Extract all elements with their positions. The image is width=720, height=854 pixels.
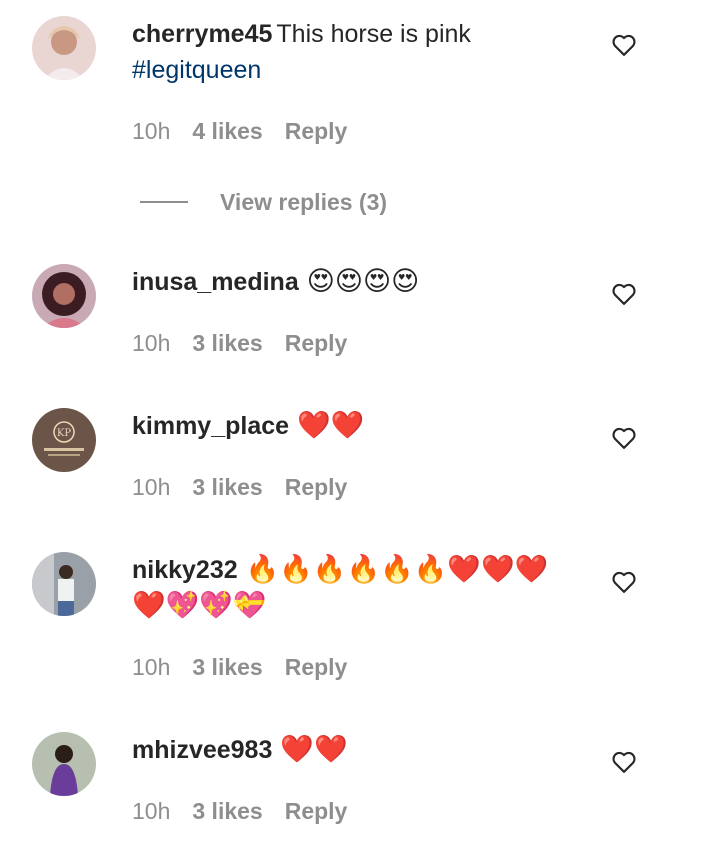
username[interactable]: mhizvee983 <box>132 736 272 764</box>
like-button[interactable] <box>610 280 638 308</box>
reply-button[interactable]: Reply <box>285 474 348 500</box>
reply-button[interactable]: Reply <box>285 798 348 824</box>
hashtag-link[interactable]: #legitqueen <box>132 56 261 84</box>
comment-meta: 10h 4 likes Reply <box>132 118 347 145</box>
likes-count[interactable]: 3 likes <box>192 330 262 356</box>
like-button[interactable] <box>610 31 638 59</box>
username[interactable]: cherryme45 <box>132 20 272 48</box>
divider-line <box>140 201 188 203</box>
timestamp: 10h <box>132 474 171 500</box>
comment-body: This horse is pink <box>276 20 471 48</box>
reply-button[interactable]: Reply <box>285 654 348 680</box>
comment-meta: 10h 3 likes Reply <box>132 654 347 681</box>
comment-text: mhizvee983 ❤️❤️ <box>132 732 348 768</box>
comment-text: inusa_medina 😍😍😍😍 <box>132 264 419 300</box>
reply-button[interactable]: Reply <box>285 118 348 144</box>
timestamp: 10h <box>132 118 171 144</box>
likes-count[interactable]: 3 likes <box>192 474 262 500</box>
heart-outline-icon <box>612 751 636 773</box>
view-replies-button[interactable]: View replies (3) <box>220 189 387 216</box>
comment-meta: 10h 3 likes Reply <box>132 474 347 501</box>
heart-outline-icon <box>612 571 636 593</box>
heart-outline-icon <box>612 427 636 449</box>
view-replies[interactable]: View replies (3) <box>140 186 387 218</box>
like-button[interactable] <box>610 568 638 596</box>
comment-text: kimmy_place ❤️❤️ <box>132 408 364 444</box>
timestamp: 10h <box>132 798 171 824</box>
heart-outline-icon <box>612 34 636 56</box>
comment-text: nikky232 🔥🔥🔥🔥🔥🔥❤️❤️❤️ <box>132 552 548 588</box>
emoji-text: ❤️❤️ <box>297 410 365 441</box>
comment-meta: 10h 3 likes Reply <box>132 330 347 357</box>
like-button[interactable] <box>610 748 638 776</box>
comment-text-line2: #legitqueen <box>132 52 261 88</box>
avatar[interactable] <box>32 732 96 796</box>
heart-outline-icon <box>612 283 636 305</box>
username[interactable]: kimmy_place <box>132 412 289 440</box>
svg-text:KP: KP <box>57 428 71 439</box>
comment-meta: 10h 3 likes Reply <box>132 798 347 825</box>
timestamp: 10h <box>132 654 171 680</box>
username[interactable]: nikky232 <box>132 556 238 584</box>
comment-text: cherryme45 This horse is pink <box>132 16 471 52</box>
likes-count[interactable]: 4 likes <box>192 118 262 144</box>
likes-count[interactable]: 3 likes <box>192 654 262 680</box>
emoji-text: 😍😍😍😍 <box>306 266 420 297</box>
comment-text-line2: ❤️💖💖💝 <box>132 588 266 624</box>
likes-count[interactable]: 3 likes <box>192 798 262 824</box>
reply-button[interactable]: Reply <box>285 330 348 356</box>
avatar[interactable] <box>32 264 96 328</box>
emoji-text: 🔥🔥🔥🔥🔥🔥❤️❤️❤️ <box>245 554 549 585</box>
username[interactable]: inusa_medina <box>132 268 299 296</box>
like-button[interactable] <box>610 424 638 452</box>
avatar[interactable] <box>32 552 96 616</box>
avatar[interactable]: KP <box>32 408 96 472</box>
timestamp: 10h <box>132 330 171 356</box>
emoji-text: ❤️❤️ <box>280 734 348 765</box>
avatar[interactable] <box>32 16 96 80</box>
emoji-text: ❤️💖💖💝 <box>132 590 267 621</box>
